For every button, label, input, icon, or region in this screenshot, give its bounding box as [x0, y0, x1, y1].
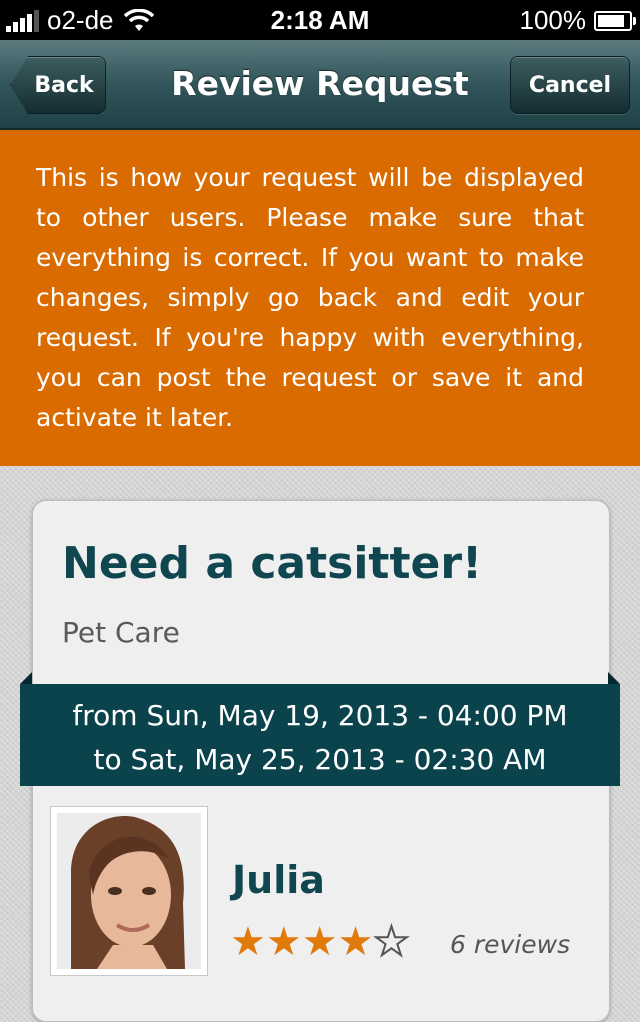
request-category: Pet Care [62, 616, 180, 649]
reviews-count[interactable]: 6 reviews [450, 930, 570, 959]
date-to: to Sat, May 25, 2013 - 02:30 AM [93, 743, 547, 776]
cancel-button[interactable]: Cancel [510, 56, 630, 114]
user-photo [57, 813, 201, 969]
battery-status: 100% [519, 5, 636, 36]
navigation-bar: Back Review Request Cancel [0, 40, 640, 130]
star-filled-icon: ★ [230, 919, 266, 965]
star-filled-icon: ★ [337, 919, 374, 965]
date-from: from Sun, May 19, 2013 - 04:00 PM [72, 699, 568, 732]
user-name: Julia [232, 858, 325, 902]
star-filled-icon: ★ [301, 919, 338, 965]
info-text: This is how your request will be display… [36, 163, 584, 432]
avatar [50, 806, 208, 976]
battery-fill [598, 14, 624, 27]
info-banner: This is how your request will be display… [0, 130, 640, 466]
star-filled-icon: ★ [265, 919, 302, 965]
battery-percent: 100% [519, 5, 587, 35]
rating-stars: ★ ★ ★ ★ ★ [230, 919, 410, 965]
star-empty-icon: ★ [372, 919, 410, 965]
battery-icon [594, 10, 636, 31]
status-bar: o2-de 2:18 AM 100% [0, 0, 640, 40]
date-range-ribbon: from Sun, May 19, 2013 - 04:00 PM to Sat… [20, 672, 620, 786]
portrait-image [57, 813, 201, 969]
request-title: Need a catsitter! [62, 538, 483, 589]
